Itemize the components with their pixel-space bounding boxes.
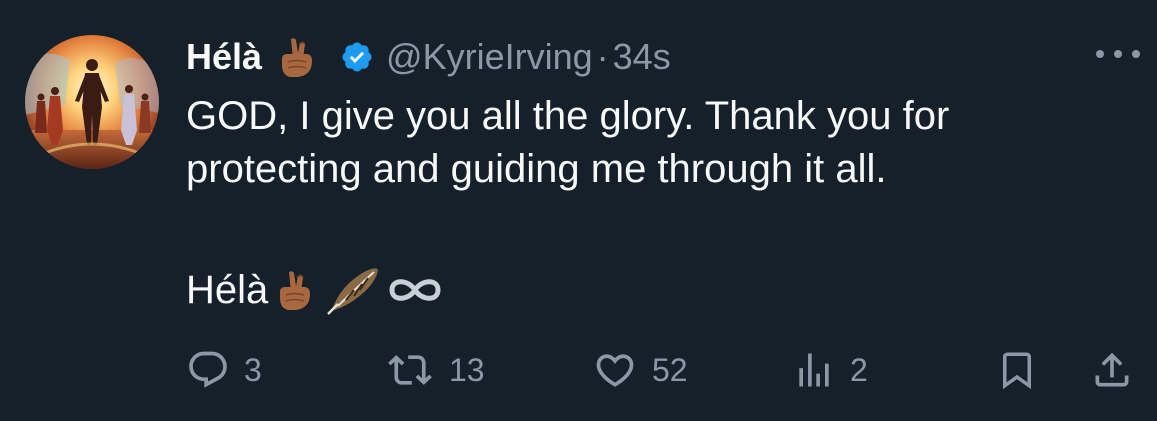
author-handle[interactable]: @KyrieIrving [386, 36, 593, 78]
tweet-header: Hélà @KyrieIrving · 34s [186, 32, 671, 82]
signature-text: Hélà [186, 267, 269, 312]
avatar-image [25, 35, 159, 169]
views-count: 2 [850, 351, 868, 388]
reply-icon [189, 351, 227, 388]
more-dot [1096, 50, 1104, 58]
retweet-button[interactable]: 13 [385, 346, 485, 394]
like-button[interactable]: 52 [592, 346, 688, 394]
tweet-text: GOD, I give you all the glory. Thank you… [186, 90, 1086, 196]
timestamp[interactable]: 34s [613, 36, 671, 78]
views-button[interactable]: 2 [792, 346, 868, 394]
share-icon [1095, 352, 1129, 387]
reply-count: 3 [244, 351, 262, 388]
more-options-icon[interactable] [1096, 42, 1140, 66]
avatar[interactable] [25, 35, 159, 169]
bookmark-button[interactable] [996, 346, 1038, 394]
share-button[interactable] [1090, 346, 1134, 394]
tweet-text-line: GOD, I give you all the glory. Thank you… [186, 94, 950, 138]
tweet-actions: 3 13 52 2 [0, 340, 1157, 400]
more-dot [1114, 50, 1122, 58]
crossed-fingers-icon [276, 35, 316, 79]
verified-badge-icon[interactable] [340, 40, 374, 74]
heart-icon [596, 354, 634, 387]
retweet-icon [388, 355, 432, 385]
tweet-text-line: protecting and guiding me through it all… [186, 147, 887, 191]
retweet-count: 13 [449, 351, 485, 388]
feather-icon [324, 264, 380, 316]
author-name[interactable]: Hélà [186, 36, 262, 78]
more-dot [1132, 50, 1140, 58]
infinity-icon [386, 275, 444, 305]
crossed-fingers-icon [274, 268, 314, 312]
like-count: 52 [652, 351, 688, 388]
views-icon [799, 353, 829, 387]
tweet-signature: Hélà [186, 262, 444, 318]
bookmark-icon [1003, 352, 1031, 390]
separator-dot: · [596, 36, 609, 77]
reply-button[interactable]: 3 [186, 346, 262, 394]
